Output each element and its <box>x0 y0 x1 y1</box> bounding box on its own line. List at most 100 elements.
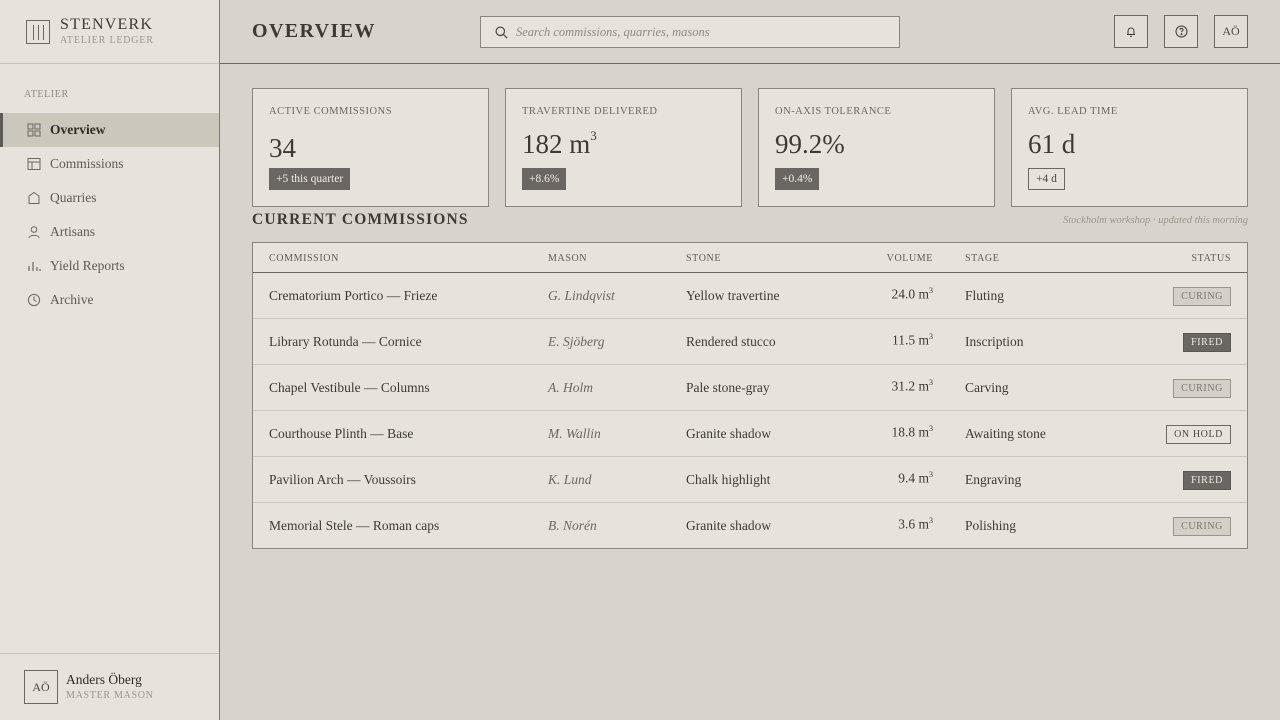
cell-stage: Polishing <box>965 518 1017 533</box>
cell-commission: Library Rotunda — Cornice <box>269 334 422 349</box>
user-profile[interactable]: AÖ Anders Öberg MASTER MASON <box>0 653 219 720</box>
table-row[interactable]: Chapel Vestibule — Columns A. Holm Pale st… <box>253 365 1247 411</box>
cell-volume: 9.4 m3 <box>898 470 933 486</box>
kpi-delta-badge: +8.6% <box>522 168 567 190</box>
table-row[interactable]: Memorial Stele — Roman caps B. Norén Grani… <box>253 503 1247 549</box>
sidebar-item-artisans[interactable]: Artisans <box>0 215 219 249</box>
section-title: CURRENT COMMISSIONS <box>252 211 469 228</box>
sidebar-item-overview[interactable]: Overview <box>0 113 219 147</box>
account-avatar-button[interactable]: AÖ <box>1214 15 1248 48</box>
search-icon <box>495 26 508 39</box>
kpi-card-active-commissions: ACTIVE COMMISSIONS 34 +5 this quarter <box>252 88 489 207</box>
table-row[interactable]: Library Rotunda — Cornice E. Sjöberg Rende… <box>253 319 1247 365</box>
cell-mason: E. Sjöberg <box>548 334 605 349</box>
cell-volume: 18.8 m3 <box>891 424 933 440</box>
status-badge: CURING <box>1173 379 1231 398</box>
search-box <box>480 16 900 48</box>
sidebar-item-commissions[interactable]: Commissions <box>0 147 219 181</box>
cell-commission: Chapel Vestibule — Columns <box>269 380 430 395</box>
kpi-label: AVG. LEAD TIME <box>1028 106 1118 117</box>
brand-name: STENVERK <box>60 16 154 33</box>
cell-mason: K. Lund <box>548 472 592 487</box>
cell-mason: A. Holm <box>548 380 593 395</box>
status-badge: CURING <box>1173 517 1231 536</box>
kpi-value: 61 d <box>1028 129 1076 159</box>
table-row[interactable]: Courthouse Plinth — Base M. Wallin Granite… <box>253 411 1247 457</box>
grid-icon <box>27 123 41 137</box>
cell-mason: B. Norén <box>548 518 597 533</box>
cell-stage: Engraving <box>965 472 1022 487</box>
sidebar-item-yield-reports[interactable]: Yield Reports <box>0 249 219 283</box>
cell-volume: 24.0 m3 <box>891 286 933 302</box>
column-header-stone[interactable]: STONE <box>686 253 721 264</box>
column-header-stage[interactable]: STAGE <box>965 253 999 264</box>
sidebar-section-label: ATELIER <box>24 89 69 100</box>
sidebar-item-label: Artisans <box>50 224 95 239</box>
page-title: OVERVIEW <box>252 20 376 42</box>
commissions-table: COMMISSION MASON STONE VOLUME STAGE STAT… <box>252 242 1248 549</box>
kpi-delta-badge: +4 d <box>1028 168 1065 190</box>
cell-stage: Awaiting stone <box>965 426 1046 441</box>
bar-chart-icon <box>28 262 41 271</box>
section-note: Stockholm workshop · updated this mornin… <box>1063 215 1248 226</box>
kpi-label: TRAVERTINE DELIVERED <box>522 106 658 117</box>
column-header-volume[interactable]: VOLUME <box>887 253 933 264</box>
cell-volume: 31.2 m3 <box>891 378 933 394</box>
help-icon <box>1175 25 1187 38</box>
cell-volume: 3.6 m3 <box>898 516 933 532</box>
cell-commission: Memorial Stele — Roman caps <box>269 518 440 533</box>
cell-stone: Yellow travertine <box>686 288 780 303</box>
table-header: COMMISSION MASON STONE VOLUME STAGE STAT… <box>253 243 1247 273</box>
sidebar-item-archive[interactable]: Archive <box>0 283 219 317</box>
sidebar-item-label: Overview <box>50 122 106 137</box>
cell-stone: Granite shadow <box>686 518 772 533</box>
kpi-card-on-axis-tolerance: ON-AXIS TOLERANCE 99.2% +0.4% <box>758 88 995 207</box>
sidebar-item-label: Quarries <box>50 190 97 205</box>
user-role: MASTER MASON <box>66 690 154 701</box>
clock-icon <box>27 293 41 307</box>
cell-mason: G. Lindqvist <box>548 288 615 303</box>
cell-stone: Rendered stucco <box>686 334 776 349</box>
kpi-label: ACTIVE COMMISSIONS <box>269 106 393 117</box>
cell-stage: Inscription <box>965 334 1024 349</box>
stone-icon <box>28 191 40 204</box>
logo-icon <box>26 20 50 44</box>
column-header-mason[interactable]: MASON <box>548 253 587 264</box>
cell-commission: Crematorium Portico — Frieze <box>269 288 438 303</box>
cell-commission: Pavilion Arch — Voussoirs <box>269 472 416 487</box>
layout-icon <box>27 158 41 170</box>
user-name: Anders Öberg <box>66 672 142 687</box>
search-input[interactable] <box>516 17 896 47</box>
sidebar-item-quarries[interactable]: Quarries <box>0 181 219 215</box>
kpi-value: 34 <box>269 133 296 163</box>
cell-mason: M. Wallin <box>548 426 601 441</box>
sidebar-item-label: Yield Reports <box>50 258 125 273</box>
table-row[interactable]: Crematorium Portico — Frieze G. Lindqvist… <box>253 273 1247 319</box>
status-badge: ON HOLD <box>1166 425 1231 444</box>
kpi-label: ON-AXIS TOLERANCE <box>775 106 892 117</box>
notifications-button[interactable] <box>1114 15 1148 48</box>
brand-subtitle: ATELIER LEDGER <box>60 35 154 46</box>
status-badge: FIRED <box>1183 471 1231 490</box>
kpi-value: 182 m3 <box>522 128 597 159</box>
table-row[interactable]: Pavilion Arch — Voussoirs K. Lund Chalk hi… <box>253 457 1247 503</box>
avatar: AÖ <box>24 670 58 704</box>
column-header-commission[interactable]: COMMISSION <box>269 253 339 264</box>
cell-stone: Pale stone-gray <box>686 380 770 395</box>
help-button[interactable] <box>1164 15 1198 48</box>
cell-volume: 11.5 m3 <box>892 332 933 348</box>
bell-icon <box>1127 26 1135 37</box>
kpi-delta-badge: +5 this quarter <box>269 168 351 190</box>
cell-stage: Fluting <box>965 288 1005 303</box>
kpi-value: 99.2% <box>775 129 845 159</box>
person-icon <box>28 226 40 239</box>
cell-stone: Granite shadow <box>686 426 772 441</box>
sidebar-item-label: Archive <box>50 292 94 307</box>
sidebar: STENVERK ATELIER LEDGER ATELIER Overview… <box>0 0 220 720</box>
status-badge: FIRED <box>1183 333 1231 352</box>
column-header-status[interactable]: STATUS <box>1192 253 1231 264</box>
header: OVERVIEW AÖ <box>220 0 1280 64</box>
kpi-delta-badge: +0.4% <box>775 168 820 190</box>
cell-commission: Courthouse Plinth — Base <box>269 426 414 441</box>
kpi-card-travertine-delivered: TRAVERTINE DELIVERED 182 m3 +8.6% <box>505 88 742 207</box>
